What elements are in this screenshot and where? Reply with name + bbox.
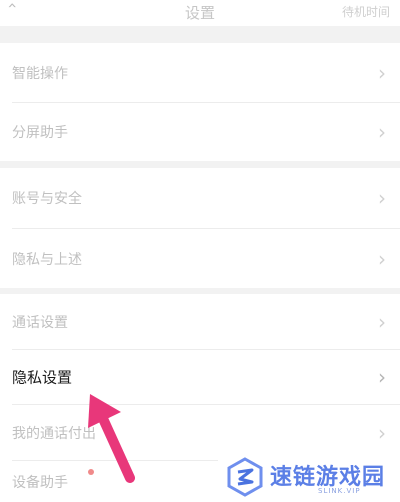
watermark-site: SLINK.VIP <box>318 487 361 495</box>
notification-dot <box>88 469 94 475</box>
page-title: 设置 <box>184 4 215 22</box>
settings-item-account-security[interactable]: 账号与安全 › <box>0 168 400 228</box>
chevron-right-icon: › <box>378 420 386 445</box>
chevron-right-icon: › <box>378 365 386 389</box>
top-bar: ‹ 设置 待机时间 <box>0 0 400 26</box>
settings-item-privacy-settings[interactable]: 隐私设置 › <box>0 350 400 404</box>
settings-item-call-settings[interactable]: 通话设置 › <box>0 294 400 349</box>
settings-item-split-screen[interactable]: 分屏助手 › <box>0 103 400 161</box>
settings-item-label: 分屏助手 <box>12 125 68 141</box>
settings-group-1: 智能操作 › 分屏助手 › <box>0 43 400 161</box>
settings-item-privacy-misc[interactable]: 隐私与上述 › <box>0 229 400 288</box>
settings-item-label: 隐私设置 <box>12 368 73 387</box>
settings-item-label: 设备助手 <box>12 474 68 491</box>
settings-item-label: 通话设置 <box>12 314 68 331</box>
chevron-right-icon: › <box>378 120 386 144</box>
chevron-right-icon: › <box>378 309 386 334</box>
settings-item-label: 我的通话付出 <box>12 425 96 442</box>
watermark-logo-icon <box>227 457 263 497</box>
settings-item-label: 隐私与上述 <box>12 251 82 268</box>
chevron-right-icon: › <box>378 186 386 210</box>
settings-item-label: 智能操作 <box>12 65 68 82</box>
settings-group-2: 账号与安全 › 隐私与上述 › <box>0 168 400 288</box>
chevron-right-icon: › <box>378 246 386 271</box>
header-right-text: 待机时间 <box>341 5 390 19</box>
settings-item-label: 账号与安全 <box>12 191 82 207</box>
chevron-right-icon: › <box>378 60 386 85</box>
watermark: 速链游戏园 SLINK.VIP <box>218 451 400 502</box>
settings-item-smart-ops[interactable]: 智能操作 › <box>0 43 400 102</box>
